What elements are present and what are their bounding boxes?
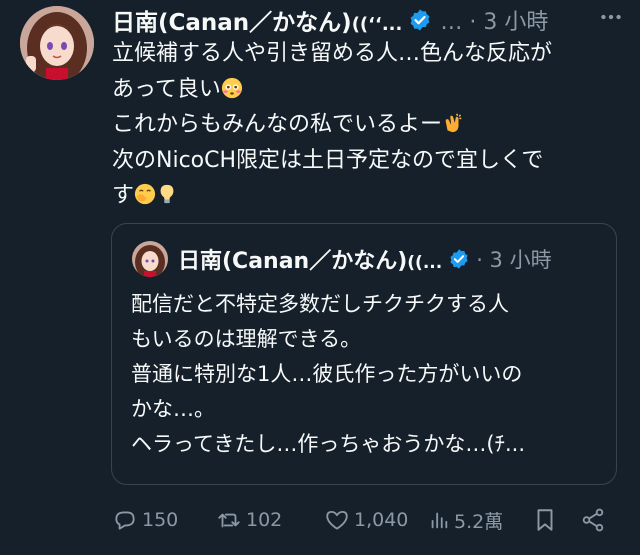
quoted-header: 日南(Canan／かなん)((... · 3 小時 xyxy=(178,242,552,276)
share-button[interactable] xyxy=(580,504,610,536)
quoted-line: 普通に特別な1人…彼氏作った方がいいの xyxy=(131,362,523,386)
quoted-line: かな…。 xyxy=(131,397,215,421)
quoted-line: 配信だと不特定多数だしチクチクする人 xyxy=(131,292,509,316)
light-bulb-icon xyxy=(156,183,178,205)
reply-button[interactable]: 150 xyxy=(112,504,178,536)
like-count: 1,040 xyxy=(354,509,409,531)
tweet-line: す xyxy=(112,178,627,214)
quoted-line: もいるのは理解できる。 xyxy=(131,327,362,351)
views-button[interactable]: 5.2萬 xyxy=(428,504,503,536)
verified-badge-icon xyxy=(408,8,432,32)
retweet-button[interactable]: 102 xyxy=(216,504,282,536)
quoted-line: ヘラってきたし…作っちゃおうかな…(ﾁ... xyxy=(131,432,526,456)
tweet-line: 次のNicoCH限定は土日予定なので宜しくで xyxy=(112,147,544,173)
author-name[interactable]: 日南(Canan／かなん)((‘‘... xyxy=(112,3,402,37)
reply-count: 150 xyxy=(142,509,179,531)
avatar[interactable] xyxy=(20,6,94,80)
tweet-line: あって良い xyxy=(112,72,627,108)
retweet-count: 102 xyxy=(246,509,283,531)
quoted-meta: · 3 小時 xyxy=(476,248,552,272)
bookmark-icon xyxy=(537,509,553,531)
clapping-hands-icon xyxy=(442,112,464,134)
tweet: 日南(Canan／かなん)((‘‘... … · 3 小時 立候補する人や引き留… xyxy=(0,0,640,555)
tweet-header: 日南(Canan／かなん)((‘‘... … · 3 小時 xyxy=(112,2,632,38)
face-with-hand-over-mouth-icon xyxy=(134,183,156,205)
tweet-text: 立候補する人や引き留める人…色んな反応が あって良い これからもみんなの私でいる… xyxy=(112,36,627,214)
views-count: 5.2萬 xyxy=(454,510,504,533)
like-button[interactable]: 1,040 xyxy=(324,504,408,536)
tweet-meta: … · 3 小時 xyxy=(440,10,549,35)
heart-icon xyxy=(326,510,348,530)
quoted-author-name: 日南(Canan／かなん)((... xyxy=(178,249,443,274)
quoted-text: 配信だと不特定多数だしチクチクする人 もいるのは理解できる。 普通に特別な1人…… xyxy=(131,287,611,462)
tweet-line: 立候補する人や引き留める人…色んな反応が xyxy=(112,41,553,66)
quoted-tweet[interactable]: 日南(Canan／かなん)((... · 3 小時 配信だと不特定多数だしチクチ… xyxy=(111,223,617,485)
bookmark-button[interactable] xyxy=(532,504,562,536)
bar-chart-icon xyxy=(431,512,448,529)
flushed-face-icon xyxy=(221,77,243,99)
verified-badge-icon xyxy=(448,248,470,270)
retweet-icon xyxy=(218,513,240,528)
tweet-line: これからもみんなの私でいるよー xyxy=(112,107,627,143)
share-icon xyxy=(582,508,604,532)
reply-icon xyxy=(115,511,135,530)
more-options-icon[interactable] xyxy=(596,0,626,34)
action-bar: 150 102 1,040 5.2萬 xyxy=(0,500,640,540)
quoted-avatar[interactable] xyxy=(132,241,168,277)
